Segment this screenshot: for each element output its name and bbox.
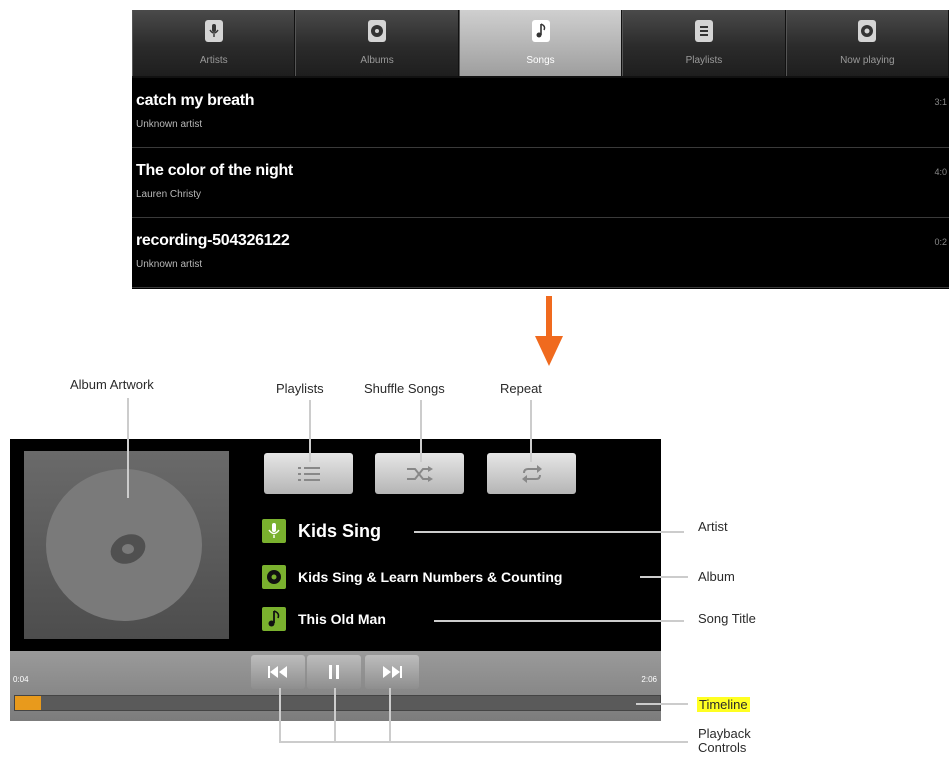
leader-line-artist [414,531,684,533]
tab-now-playing[interactable]: Now playing [785,10,949,76]
disc-icon [368,20,387,42]
down-arrow-icon [535,296,563,366]
callout-playback-controls: Playback Controls [698,726,751,755]
playlist-icon [297,466,320,481]
callout-album: Album [698,569,735,584]
repeat-icon [521,464,542,483]
pause-icon [329,665,339,679]
artist-name: Kids Sing [298,520,382,541]
library-tab-bar: Artists Albums Songs Playlists Now playi… [132,10,949,78]
callout-playlists: Playlists [276,381,324,396]
song-duration: 0:2 [934,237,947,247]
leader-line-timeline [636,703,688,705]
list-item[interactable]: catch my breath Unknown artist 3:1 [132,78,949,148]
leader-line-album [640,576,688,578]
list-item[interactable]: recording-504326122 Unknown artist 0:2 [132,218,949,288]
song-artist: Lauren Christy [136,189,202,200]
tab-playlists[interactable]: Playlists [622,10,786,76]
album-name: Kids Sing & Learn Numbers & Counting [298,569,563,585]
leader-line-artwork [127,398,129,498]
callout-album-artwork: Album Artwork [70,377,154,392]
timeline-slider[interactable] [14,695,661,711]
song-duration: 3:1 [934,97,947,107]
song-artist: Unknown artist [136,119,203,130]
song-duration: 4:0 [934,167,947,177]
callout-song-title: Song Title [698,611,756,626]
song-list: catch my breath Unknown artist 3:1 The c… [132,78,949,288]
album-row: Kids Sing & Learn Numbers & Counting [262,563,562,591]
elapsed-time: 0:04 [13,675,29,684]
previous-button[interactable] [251,655,305,689]
callout-repeat: Repeat [500,381,542,396]
song-artist: Unknown artist [136,259,203,270]
total-time: 2:06 [641,675,657,684]
leader-line-repeat [530,400,532,462]
list-icon [694,20,713,42]
next-icon [383,666,402,678]
leader-line-prev [279,688,281,742]
timeline-highlight: Timeline [697,697,750,712]
music-note-icon [531,20,550,42]
artist-row: Kids Sing [262,517,381,545]
song-title: catch my breath [136,92,255,109]
song-name: This Old Man [298,611,386,627]
tab-albums-label: Albums [360,55,394,66]
list-item[interactable]: The color of the night Lauren Christy 4:… [132,148,949,218]
timeline-progress [15,696,41,710]
tab-artists-label: Artists [199,55,228,66]
tab-songs-label: Songs [526,55,555,66]
song-title: recording-504326122 [136,232,290,249]
disc-icon [262,565,286,589]
tab-artists[interactable]: Artists [132,10,296,76]
callout-timeline: Timeline [697,697,750,712]
shuffle-icon [406,465,433,482]
leader-line-pause [334,688,336,742]
callout-shuffle: Shuffle Songs [364,381,445,396]
tab-songs[interactable]: Songs [458,10,623,76]
music-library-screen: Artists Albums Songs Playlists Now playi… [132,10,949,289]
leader-line-playback [279,741,688,743]
leader-line-shuffle [420,400,422,462]
next-button[interactable] [365,655,419,689]
callout-artist: Artist [698,519,728,534]
leader-line-next [389,688,391,742]
pause-button[interactable] [307,655,361,689]
leader-line-song-title [434,620,684,622]
microphone-icon [262,519,286,543]
microphone-icon [204,20,223,42]
tab-albums[interactable]: Albums [295,10,459,76]
tab-playlists-label: Playlists [685,55,723,66]
song-title: The color of the night [136,162,293,179]
leader-line-playlists [309,400,311,462]
song-row: This Old Man [262,605,386,633]
now-playing-icon [858,20,877,42]
music-note-icon [262,607,286,631]
tab-now-playing-label: Now playing [840,55,895,66]
previous-icon [268,666,287,678]
